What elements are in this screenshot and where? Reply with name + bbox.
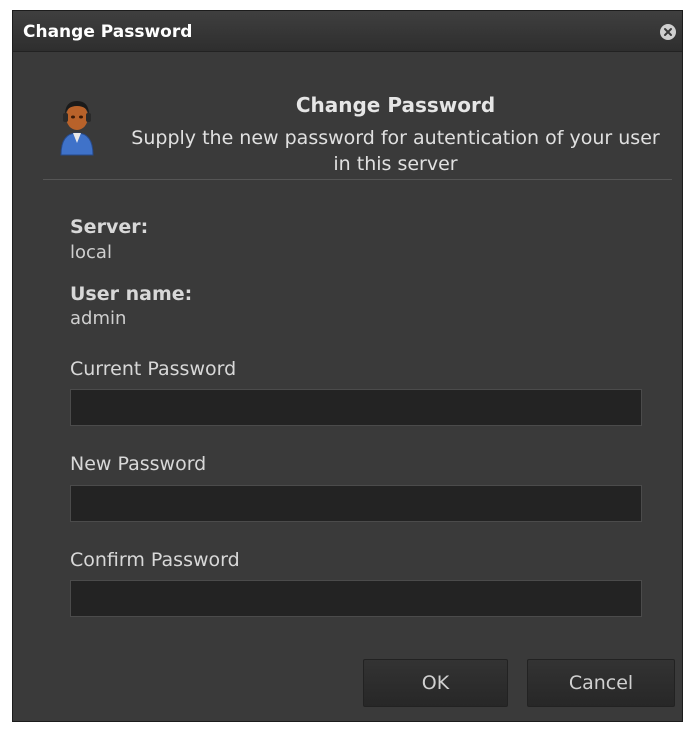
username-value: admin bbox=[70, 308, 127, 329]
close-icon[interactable] bbox=[660, 24, 676, 40]
window-title: Change Password bbox=[23, 22, 193, 42]
server-value: local bbox=[70, 242, 112, 263]
confirm-password-label: Confirm Password bbox=[70, 549, 240, 571]
new-password-label: New Password bbox=[70, 453, 207, 475]
new-password-input[interactable] bbox=[70, 485, 642, 522]
header-description: Supply the new password for autenticatio… bbox=[131, 127, 660, 175]
user-icon bbox=[57, 93, 97, 157]
username-label: User name: bbox=[70, 283, 193, 305]
current-password-label: Current Password bbox=[70, 358, 237, 380]
current-password-input[interactable] bbox=[70, 389, 642, 426]
header-separator bbox=[43, 179, 672, 180]
cancel-button[interactable]: Cancel bbox=[527, 659, 675, 707]
confirm-password-input[interactable] bbox=[70, 580, 642, 617]
dialog-header: Change Password Supply the new password … bbox=[13, 51, 682, 179]
title-bar[interactable]: Change Password bbox=[13, 11, 682, 52]
change-password-dialog: Change Password Change Password Supply t… bbox=[12, 10, 683, 722]
header-title: Change Password bbox=[295, 93, 496, 117]
server-label: Server: bbox=[70, 216, 149, 238]
ok-button[interactable]: OK bbox=[363, 659, 508, 707]
